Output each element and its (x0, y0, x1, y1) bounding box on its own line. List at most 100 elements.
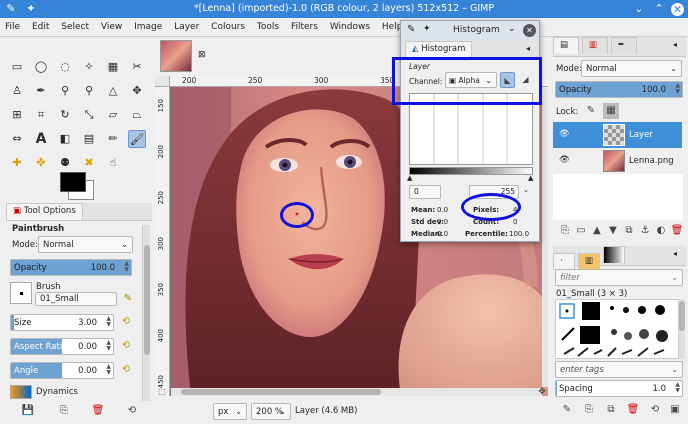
menu-colours[interactable]: Colours (206, 18, 249, 35)
brush-grid-scrollbar[interactable] (679, 299, 685, 359)
new-layer-group-icon[interactable]: ▭ (573, 223, 589, 239)
paths-icon[interactable]: ✒ (32, 82, 50, 100)
ruler-corner[interactable] (155, 76, 170, 87)
smudge-icon[interactable]: ☝ (104, 154, 122, 172)
image-tab-thumbnail[interactable] (160, 40, 192, 72)
menu-filters[interactable]: Filters (286, 18, 322, 35)
tab-paths[interactable]: ✒ (610, 37, 637, 54)
range-end-handle-icon[interactable]: ▲ (528, 174, 533, 182)
brush-preview[interactable] (10, 282, 32, 304)
crop-icon[interactable]: ⌗ (32, 106, 50, 124)
align-icon[interactable]: ⊞ (8, 106, 26, 124)
menu-layer[interactable]: Layer (169, 18, 203, 35)
mode-select[interactable]: Normal ⌄ (38, 236, 133, 253)
range-min-field[interactable]: 0 (409, 185, 441, 199)
layer-row-lenna[interactable]: 👁 Lenna.png (553, 148, 682, 174)
histogram-close-icon[interactable]: ✕ (523, 24, 536, 37)
duplicate-layer-icon[interactable]: ⧉ (621, 223, 637, 239)
tab-channels[interactable]: ▥ (581, 37, 608, 54)
brush-as-image-icon[interactable]: ▣ (667, 402, 683, 418)
histogram-pin-icon[interactable]: ✦ (423, 24, 431, 34)
shear-icon[interactable]: ▱ (104, 106, 122, 124)
range-start-handle-icon[interactable]: ▲ (407, 174, 412, 182)
restore-options-icon[interactable]: ⎘ (56, 403, 72, 419)
new-brush-icon[interactable]: ⎘ (581, 402, 597, 418)
tab-patterns[interactable]: ▥ (577, 253, 600, 270)
delete-options-icon[interactable]: 🗑 (90, 403, 106, 419)
unit-select[interactable]: px ⌄ (213, 403, 247, 420)
heal-icon[interactable]: ✖ (80, 154, 98, 172)
tool-options-scrollbar[interactable] (142, 225, 150, 401)
layer-row-layer[interactable]: 👁 Layer (553, 122, 682, 148)
ellipse-select-icon[interactable]: ◯ (32, 58, 50, 76)
zoom-select[interactable]: 200 % ⌄ (251, 403, 291, 420)
canvas-vscroll[interactable] (542, 87, 548, 387)
tab-histogram[interactable]: ◭ Histogram (405, 41, 473, 58)
mask-layer-icon[interactable]: ◐ (653, 223, 669, 239)
brush-grid[interactable] (555, 299, 679, 359)
opacity-slider[interactable]: Opacity 100.0 ▲ ▼ (10, 259, 132, 276)
rotate-icon[interactable]: ↻ (56, 106, 74, 124)
menu-edit[interactable]: Edit (27, 18, 53, 35)
navigate-icon[interactable]: ✥ (536, 386, 548, 398)
tab-menu-icon[interactable]: ◂ (673, 40, 677, 49)
menu-tools[interactable]: Tools (252, 18, 283, 35)
tab-menu-icon[interactable]: ◂ (526, 44, 530, 53)
minimize-icon[interactable]: ⌄ (632, 2, 646, 16)
menu-select[interactable]: Select (56, 18, 93, 35)
anchor-layer-icon[interactable]: ⚓ (637, 223, 653, 239)
fuzzy-select-icon[interactable]: ✧ (80, 58, 98, 76)
paintbrush-icon[interactable]: 🖌 (128, 130, 146, 148)
scale-icon[interactable]: ⤡ (80, 106, 98, 124)
brush-spacing-slider[interactable]: Spacing 1.0 ▲ ▼ (555, 380, 683, 397)
perspective-icon[interactable]: ⏢ (128, 106, 146, 124)
scissors-icon[interactable]: ✂ (128, 58, 146, 76)
brush-filter-field[interactable]: filter ⌄ (555, 269, 683, 286)
canvas-hscroll[interactable] (171, 388, 542, 396)
eraser-icon[interactable]: ✚ (8, 154, 26, 172)
dynamics-preview[interactable] (10, 385, 32, 399)
brush-name-field[interactable]: 01_Small (35, 292, 117, 306)
brush-tags-field[interactable]: enter tags ⌄ (555, 361, 683, 378)
select-by-color-icon[interactable]: ▦ (104, 58, 122, 76)
menu-windows[interactable]: Windows (325, 18, 374, 35)
menu-image[interactable]: Image (129, 18, 166, 35)
layers-opacity-slider[interactable]: Opacity 100.0 ▲ ▼ (555, 81, 683, 98)
text-icon[interactable]: A (32, 130, 50, 148)
visibility-eye-icon[interactable]: 👁 (559, 155, 570, 165)
move-icon[interactable]: ✥ (128, 82, 146, 100)
save-options-icon[interactable]: 💾 (20, 403, 36, 419)
measure-icon[interactable]: △ (104, 82, 122, 100)
lower-layer-icon[interactable]: ▼ (605, 223, 621, 239)
edit-brush-icon[interactable]: ✎ (120, 291, 136, 307)
quick-mask-icon[interactable]: ⬚ (156, 386, 168, 398)
size-slider[interactable]: Size 3.00 ▲ ▼ (10, 314, 114, 331)
aspect-ratio-slider[interactable]: Aspect Ratio 0.00 ▲ ▼ (10, 338, 114, 355)
airbrush-icon[interactable]: ✤ (32, 154, 50, 172)
delete-layer-icon[interactable]: 🗑 (669, 223, 685, 239)
range-max-spin-icon[interactable]: ⌄ (523, 186, 529, 194)
rect-select-icon[interactable]: ▭ (8, 58, 26, 76)
foreground-select-icon[interactable]: ♙ (8, 82, 26, 100)
color-picker-icon[interactable]: ⚲ (56, 82, 74, 100)
tab-tool-options[interactable]: ▣ Tool Options (6, 203, 83, 220)
refresh-brushes-icon[interactable]: ⟲ (647, 402, 663, 418)
image-tab-close-icon[interactable]: ⊠ (198, 50, 206, 60)
lock-pixels-icon[interactable]: ✎ (583, 103, 599, 119)
lock-alpha-icon[interactable]: ▦ (603, 103, 619, 119)
angle-slider[interactable]: Angle 0.00 ▲ ▼ (10, 362, 114, 379)
close-icon[interactable]: ✕ (671, 3, 684, 16)
reset-aspect-icon[interactable]: ⟲ (120, 339, 132, 353)
free-select-icon[interactable]: ◌ (56, 58, 74, 76)
visibility-eye-icon[interactable]: 👁 (559, 129, 570, 139)
tab-menu-icon[interactable]: ◂ (673, 249, 677, 258)
flip-icon[interactable]: ⇔ (8, 130, 26, 148)
menu-file[interactable]: File (0, 18, 24, 35)
maximize-icon[interactable]: ⌃ (652, 2, 666, 16)
raise-layer-icon[interactable]: ▲ (589, 223, 605, 239)
tab-layers[interactable]: ▤ (553, 37, 579, 54)
menu-view[interactable]: View (96, 18, 126, 35)
delete-brush-icon[interactable]: 🗑 (625, 402, 641, 418)
foreground-color-swatch[interactable] (60, 172, 86, 192)
reset-angle-icon[interactable]: ⟲ (120, 363, 132, 377)
